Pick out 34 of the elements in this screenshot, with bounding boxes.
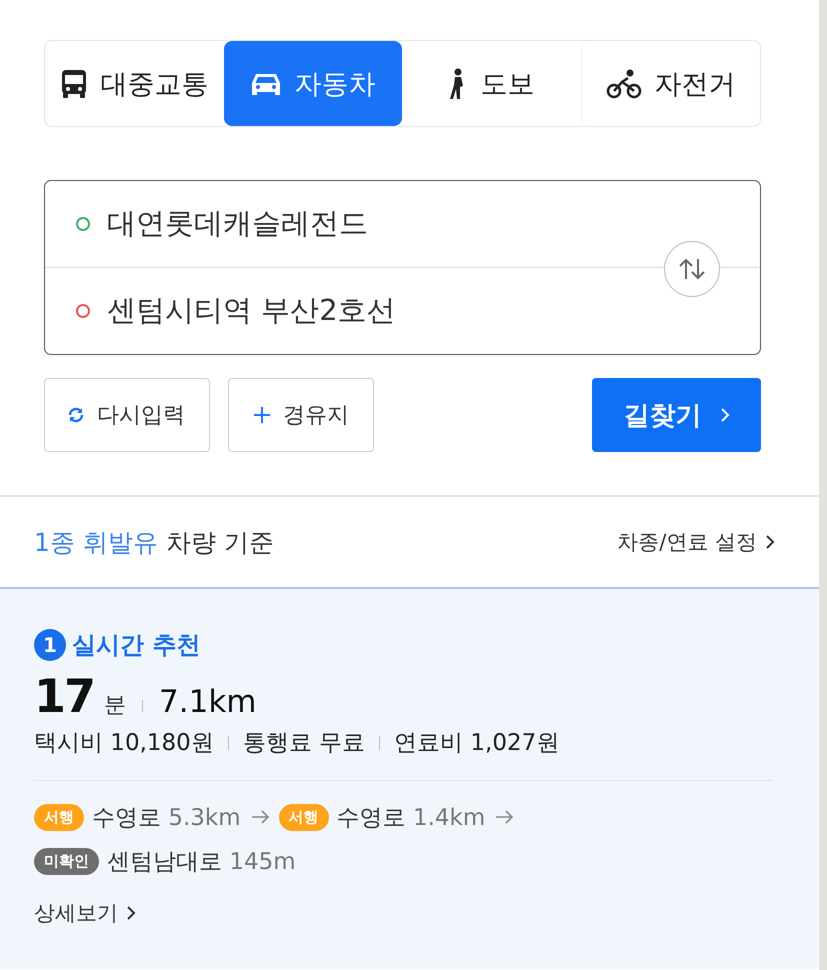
rank-badge: 1	[34, 629, 66, 661]
road-segment-text: 수영로 1.4km	[336, 804, 486, 832]
origin-field[interactable]: 대연롯데캐슬레전드	[105, 206, 649, 242]
vehicle-basis-text: 1종 휘발유 차량 기준	[34, 526, 274, 558]
chevron-right-icon	[126, 905, 136, 921]
transport-mode-tab[interactable]: 자동차	[224, 41, 402, 126]
refresh-icon	[67, 406, 85, 424]
traffic-badge: 서행	[278, 804, 329, 830]
distance-text: 7.1km	[159, 684, 256, 720]
chevron-right-icon	[720, 407, 730, 423]
plus-icon	[253, 406, 271, 424]
origin-dot-icon	[75, 216, 91, 232]
destination-field[interactable]: 센텀시티역 부산2호선	[105, 293, 649, 329]
search-route-button[interactable]: 길찾기	[592, 378, 761, 452]
chevron-right-icon	[765, 534, 775, 550]
route-card[interactable]: 1 실시간 추천 17 분 7.1km 택시비 10,180원 통행료 무료 연료비 1,027원 서행 수영로 5.3km 서행 수영로 1.4km 미확인 센텀남대로 145m 상세보기	[0, 589, 819, 969]
road-segment-text: 센텀남대로 145m	[107, 848, 296, 876]
cost-text: 택시비 10,180원	[34, 729, 214, 758]
cyclist-icon	[606, 68, 642, 98]
waypoint-button[interactable]: 경유지	[228, 378, 374, 452]
cost-text: 연료비 1,027원	[394, 729, 560, 758]
duration-value: 17	[34, 669, 94, 723]
duration-unit: 분	[104, 692, 126, 720]
traffic-badge: 미확인	[34, 848, 99, 874]
route-tag: 실시간 추천	[72, 629, 200, 661]
traffic-badge: 서행	[34, 804, 84, 830]
swap-arrows-icon	[677, 257, 707, 281]
destination-dot-icon	[75, 303, 91, 319]
road-segment-text: 수영로 5.3km	[92, 804, 241, 832]
details-link[interactable]: 상세보기	[34, 899, 136, 927]
cost-text: 통행료 무료	[242, 729, 366, 758]
bus-icon	[60, 68, 88, 98]
vehicle-settings-link[interactable]: 차종/연료 설정	[617, 528, 775, 556]
reset-button[interactable]: 다시입력	[44, 378, 210, 452]
